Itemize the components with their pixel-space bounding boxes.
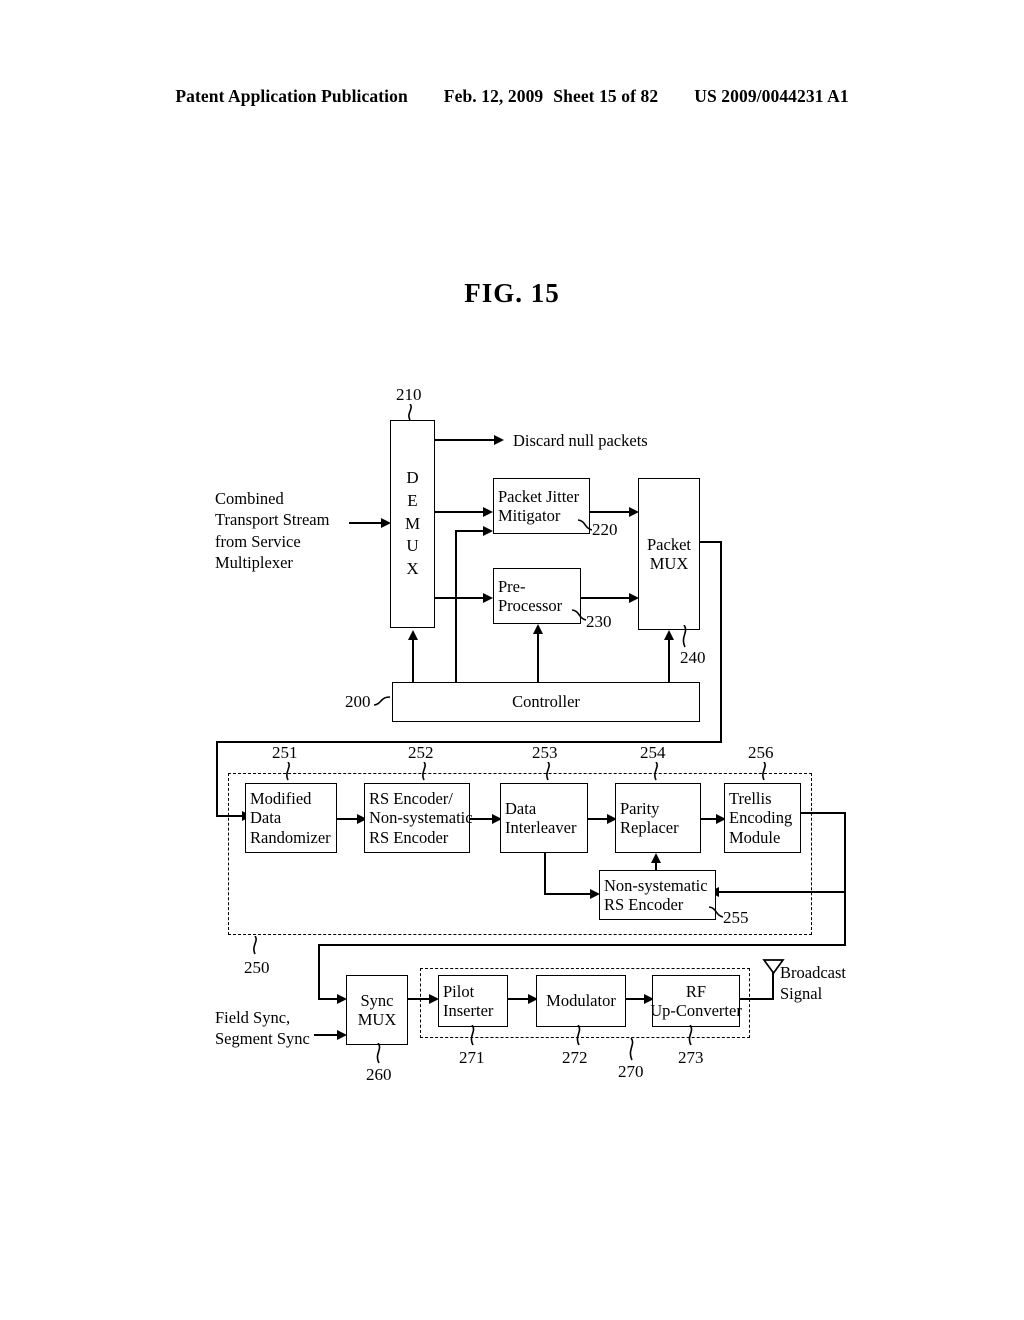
randomizer-ref-number: 251 (272, 743, 298, 762)
input-connector-line (349, 522, 383, 524)
interleaver-ref-number: 253 (532, 743, 558, 762)
packet-mux-block: Packet MUX (638, 478, 700, 630)
demux-letter: D (406, 467, 419, 487)
modulator-block: Modulator (536, 975, 626, 1027)
rf-ref-leader (688, 1025, 693, 1046)
rs-encoder-block: RS Encoder/ Non-systematic RS Encoder (364, 783, 473, 853)
modulator-ref-number: 272 (562, 1048, 588, 1067)
demux-ref-leader (408, 404, 412, 421)
interleaver-to-nsrs-line (544, 893, 594, 895)
jitter-second-input-riser (455, 530, 457, 682)
controller-to-demux-riser (412, 640, 414, 682)
demux-letter: M (404, 513, 421, 533)
rs-encoder-ref-leader (422, 762, 426, 781)
controller-to-preproc-arrow (533, 624, 543, 634)
demux-letter: E (407, 490, 418, 510)
packetmux-to-randomizer-line (216, 815, 244, 817)
demux-to-jitter-arrow (483, 507, 493, 517)
trellis-encoding-module-block: Trellis Encoding Module (724, 783, 801, 853)
rf-ref-number: 273 (678, 1048, 704, 1067)
transmitter-group-ref-leader (629, 1038, 634, 1061)
syncmux-ref-number: 260 (366, 1065, 392, 1084)
jitter-second-input-line (455, 530, 485, 532)
pre-processor-block: Pre- Processor (493, 568, 581, 624)
modified-data-randomizer-block: Modified Data Randomizer (245, 783, 337, 853)
trellis-ref-number: 256 (748, 743, 774, 762)
controller-ref-number: 200 (345, 692, 371, 711)
rf-up-converter-block: RF Up-Converter (650, 975, 742, 1027)
parity-ref-leader (654, 762, 658, 781)
encoder-group-ref-leader (253, 936, 257, 955)
sync-input-label: Field Sync, Segment Sync (215, 1008, 310, 1049)
trellis-feedback-return (716, 891, 846, 893)
interleaver-ref-leader (546, 762, 550, 781)
transmitter-group-ref-number: 270 (618, 1062, 644, 1081)
demux-to-preproc-line (435, 597, 485, 599)
discard-arrow (494, 435, 504, 445)
rs-encoder-ref-number: 252 (408, 743, 434, 762)
sync-mux-block: Sync MUX (346, 975, 408, 1045)
packetmux-ref-number: 240 (680, 648, 706, 667)
encoder-group-ref-number: 250 (244, 958, 270, 977)
packetmux-output-line (700, 541, 722, 543)
packetmux-output-drop (216, 741, 218, 817)
demux-letter: X (406, 559, 419, 579)
input-stream-label: Combined Transport Stream from Service M… (215, 489, 330, 573)
demux-to-jitter-line (435, 511, 485, 513)
nsrs-to-parity-arrow (651, 853, 661, 863)
randomizer-ref-leader (286, 762, 290, 781)
demux-block: D E M U X (390, 420, 435, 628)
controller-to-packetmux-riser (668, 640, 670, 682)
jitter-ref-number: 220 (592, 520, 618, 539)
parity-ref-number: 254 (640, 743, 666, 762)
antenna-mast (772, 972, 774, 999)
pilot-ref-number: 271 (459, 1048, 485, 1067)
interleaver-to-nsrs-drop (544, 853, 546, 894)
trellis-ref-leader (762, 762, 766, 781)
controller-to-packetmux-arrow (664, 630, 674, 640)
trellis-output-riser (844, 812, 846, 946)
controller-to-demux-arrow (408, 630, 418, 640)
trellis-output-drop (318, 944, 320, 1000)
non-systematic-rs-encoder-block: Non-systematic RS Encoder (599, 870, 716, 920)
packetmux-output-riser (720, 541, 722, 743)
pilot-ref-leader (470, 1025, 475, 1046)
data-interleaver-block: Data Interleaver (500, 783, 588, 853)
demux-letter: U (406, 536, 419, 556)
preproc-to-mux-line (581, 597, 634, 599)
preproc-ref-number: 230 (586, 612, 612, 631)
jitter-second-input-arrow (483, 526, 493, 536)
syncmux-ref-leader (376, 1043, 381, 1064)
pilot-inserter-block: Pilot Inserter (438, 975, 508, 1027)
trellis-feedback-line (801, 812, 846, 814)
controller-ref-leader (374, 696, 391, 706)
controller-block: Controller (392, 682, 700, 722)
rf-output-line (740, 998, 774, 1000)
nsrs-ref-number: 255 (723, 908, 749, 927)
controller-to-preproc-riser (537, 634, 539, 682)
trellis-output-return (318, 944, 846, 946)
packet-jitter-mitigator-block: Packet Jitter Mitigator (493, 478, 590, 534)
parity-replacer-block: Parity Replacer (615, 783, 701, 853)
figure-diagram: Combined Transport Stream from Service M… (0, 0, 1024, 1320)
demux-to-preproc-arrow (483, 593, 493, 603)
jitter-to-mux-line (590, 511, 634, 513)
discard-line (435, 439, 497, 441)
discard-null-packets-label: Discard null packets (513, 431, 648, 450)
demux-ref-number: 210 (396, 385, 422, 404)
broadcast-signal-label: Broadcast Signal (780, 963, 846, 1004)
modulator-ref-leader (576, 1025, 581, 1046)
